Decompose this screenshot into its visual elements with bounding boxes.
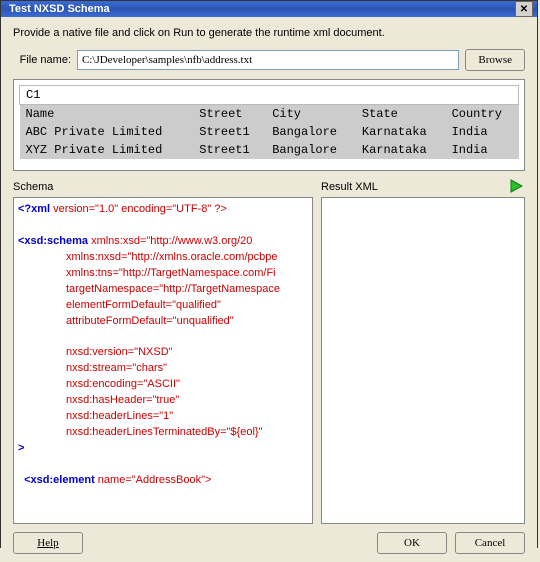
panes: <?xml version="1.0" encoding="UTF-8" ?> … xyxy=(13,197,525,524)
col-city: City xyxy=(266,105,356,124)
table-row: ABC Private Limited Street1 Bangalore Ka… xyxy=(20,123,519,141)
file-row: File name: Browse xyxy=(13,49,525,71)
table-header-row: Name Street City State Country xyxy=(20,105,519,124)
schema-label: Schema xyxy=(13,179,313,195)
run-button[interactable] xyxy=(509,179,525,195)
close-button[interactable]: ✕ xyxy=(515,1,533,17)
content-area: Provide a native file and click on Run t… xyxy=(1,17,537,562)
result-label: Result XML xyxy=(321,181,378,193)
window-title: Test NXSD Schema xyxy=(5,3,515,15)
c1-cell: C1 xyxy=(20,86,519,105)
play-icon xyxy=(509,179,523,193)
bottom-buttons: Help OK Cancel xyxy=(13,524,525,554)
close-icon: ✕ xyxy=(520,4,528,15)
result-pane[interactable] xyxy=(321,197,525,524)
schema-pane[interactable]: <?xml version="1.0" encoding="UTF-8" ?> … xyxy=(13,197,313,524)
col-state: State xyxy=(356,105,446,124)
help-button[interactable]: Help xyxy=(13,532,83,554)
preview-table: C1 Name Street City State Country ABC Pr… xyxy=(19,85,519,159)
table-row: XYZ Private Limited Street1 Bangalore Ka… xyxy=(20,141,519,159)
file-name-input[interactable] xyxy=(77,50,459,70)
cancel-button[interactable]: Cancel xyxy=(455,532,525,554)
description-text: Provide a native file and click on Run t… xyxy=(13,27,525,39)
titlebar: Test NXSD Schema ✕ xyxy=(1,1,537,17)
pane-labels: Schema Result XML xyxy=(13,179,525,195)
col-country: Country xyxy=(446,105,519,124)
col-name: Name xyxy=(20,105,194,124)
browse-button[interactable]: Browse xyxy=(465,49,525,71)
col-street: Street xyxy=(193,105,266,124)
c1-row: C1 xyxy=(20,86,519,105)
dialog-window: Test NXSD Schema ✕ Provide a native file… xyxy=(0,0,538,548)
file-label: File name: xyxy=(13,54,71,66)
ok-button[interactable]: OK xyxy=(377,532,447,554)
preview-box: C1 Name Street City State Country ABC Pr… xyxy=(13,79,525,171)
